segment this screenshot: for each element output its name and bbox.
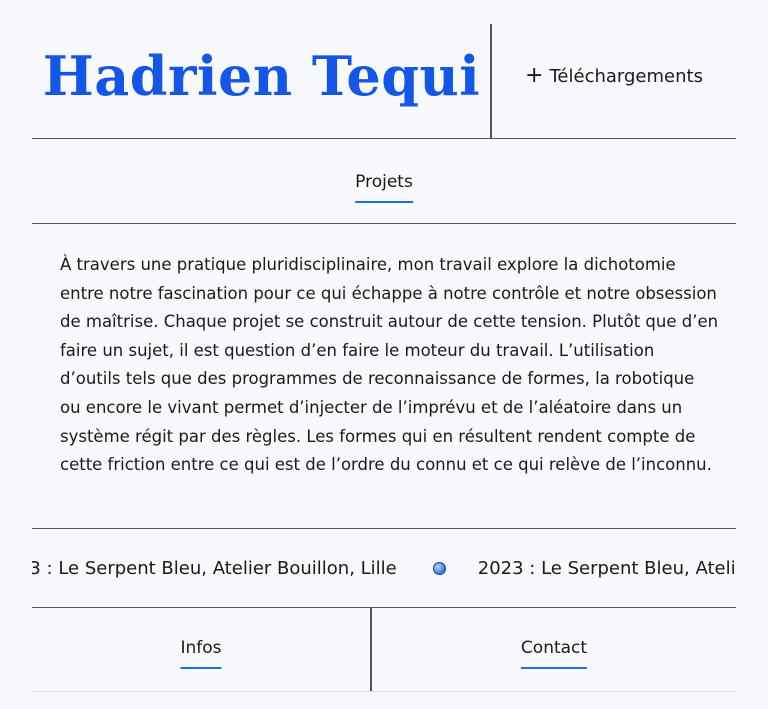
ticker-item: 2023 : Le Serpent Bleu, Atelier Bouillon… <box>478 558 736 579</box>
blue-dot-icon <box>432 561 446 575</box>
downloads-label: Téléchargements <box>549 65 703 87</box>
ticker-item-text: 2023 : Le Serpent Bleu, Atelier Bouillon… <box>477 557 736 579</box>
ticker-item-text: 2023 : Le Serpent Bleu, Atelier Bouillon… <box>32 557 397 579</box>
projects-nav: Projets <box>32 138 736 224</box>
site-title[interactable]: Hadrien Tequi <box>32 24 491 138</box>
plus-icon: + <box>525 63 544 88</box>
footer-infos-cell: Infos <box>32 607 370 691</box>
bio-text: À travers une pratique pluridisciplinair… <box>60 255 719 475</box>
ticker-item: 2023 : Le Serpent Bleu, Atelier Bouillon… <box>32 558 446 579</box>
site-header: Hadrien Tequi + Téléchargements <box>32 24 736 139</box>
site-footer: Infos Contact <box>32 607 736 692</box>
infos-link[interactable]: Infos <box>180 638 221 664</box>
footer-contact-cell: Contact <box>372 607 736 691</box>
downloads-link[interactable]: + Téléchargements <box>492 24 736 138</box>
contact-link[interactable]: Contact <box>521 638 587 664</box>
projects-link[interactable]: Projets <box>355 172 413 198</box>
ticker-track: 2023 : Le Serpent Bleu, Atelier Bouillon… <box>32 529 736 607</box>
page: Hadrien Tequi + Téléchargements Projets … <box>0 0 768 709</box>
exhibitions-ticker: 2023 : Le Serpent Bleu, Atelier Bouillon… <box>32 528 736 608</box>
